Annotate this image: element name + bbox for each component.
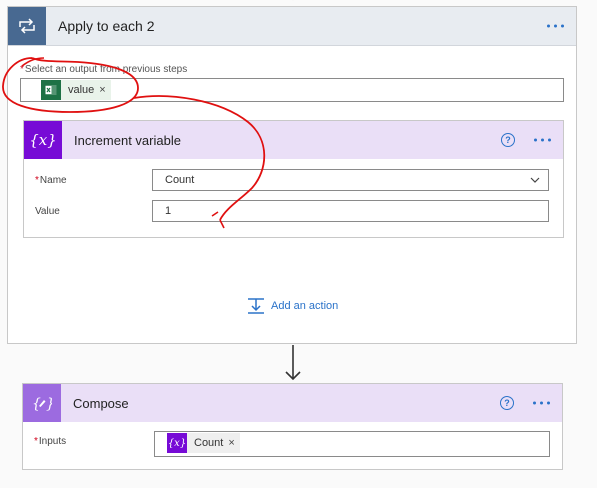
inputs-input[interactable]: {x} Count × xyxy=(154,431,550,457)
name-dropdown[interactable]: Count xyxy=(152,169,549,191)
help-icon[interactable]: ? xyxy=(500,396,514,410)
output-field-label: *Select an output from previous steps xyxy=(20,64,187,75)
compose-header[interactable]: { } Compose ? xyxy=(23,384,562,422)
value-token-label: value xyxy=(68,84,95,96)
required-mark: * xyxy=(34,436,38,447)
required-mark: * xyxy=(35,175,39,186)
value-input[interactable]: 1 xyxy=(152,200,549,222)
inputs-field-label: *Inputs xyxy=(34,436,66,447)
count-token-label: Count xyxy=(194,437,224,449)
chevron-down-icon xyxy=(530,177,540,183)
add-action-icon xyxy=(248,298,264,314)
add-an-action-label: Add an action xyxy=(271,300,339,312)
loop-more-options-icon[interactable] xyxy=(547,24,564,28)
connector-arrow-down xyxy=(285,345,301,381)
excel-icon xyxy=(41,80,61,100)
compose-icon: { } xyxy=(23,384,61,422)
variable-icon: {x} xyxy=(167,433,187,453)
compose-card: { } Compose ? *Inputs {x} Count × xyxy=(22,383,563,470)
help-icon[interactable]: ? xyxy=(501,133,515,147)
increment-variable-header[interactable]: {x} Increment variable ? xyxy=(24,121,563,159)
name-field-label: *Name xyxy=(35,175,67,186)
compose-more-options-icon[interactable] xyxy=(533,401,550,405)
value-token[interactable]: value × xyxy=(41,80,111,100)
name-label-text: Name xyxy=(39,175,67,186)
output-input[interactable]: value × xyxy=(20,78,564,102)
count-token-remove-icon[interactable]: × xyxy=(228,437,234,449)
apply-to-each-card: Apply to each 2 *Select an output from p… xyxy=(7,6,577,344)
compose-title: Compose xyxy=(73,395,129,411)
svg-text:}: } xyxy=(46,396,52,411)
increment-variable-card: {x} Increment variable ? *Name Count Val… xyxy=(23,120,564,238)
add-an-action-button[interactable]: Add an action xyxy=(247,297,338,315)
output-label-text: Select an output from previous steps xyxy=(24,64,188,75)
inputs-label-text: Inputs xyxy=(38,436,67,447)
increment-variable-title: Increment variable xyxy=(74,132,181,148)
count-token[interactable]: {x} Count × xyxy=(167,433,240,453)
value-input-text: 1 xyxy=(165,205,172,217)
value-field-label: Value xyxy=(35,206,60,217)
variable-icon: {x} xyxy=(24,121,62,159)
value-token-remove-icon[interactable]: × xyxy=(99,84,105,96)
required-mark: * xyxy=(20,64,24,75)
increment-more-options-icon[interactable] xyxy=(534,138,551,142)
apply-to-each-title: Apply to each 2 xyxy=(58,18,155,34)
loop-icon xyxy=(8,7,46,45)
svg-text:{: { xyxy=(32,396,41,411)
name-dropdown-value: Count xyxy=(165,174,195,186)
apply-to-each-header[interactable]: Apply to each 2 xyxy=(8,7,576,46)
